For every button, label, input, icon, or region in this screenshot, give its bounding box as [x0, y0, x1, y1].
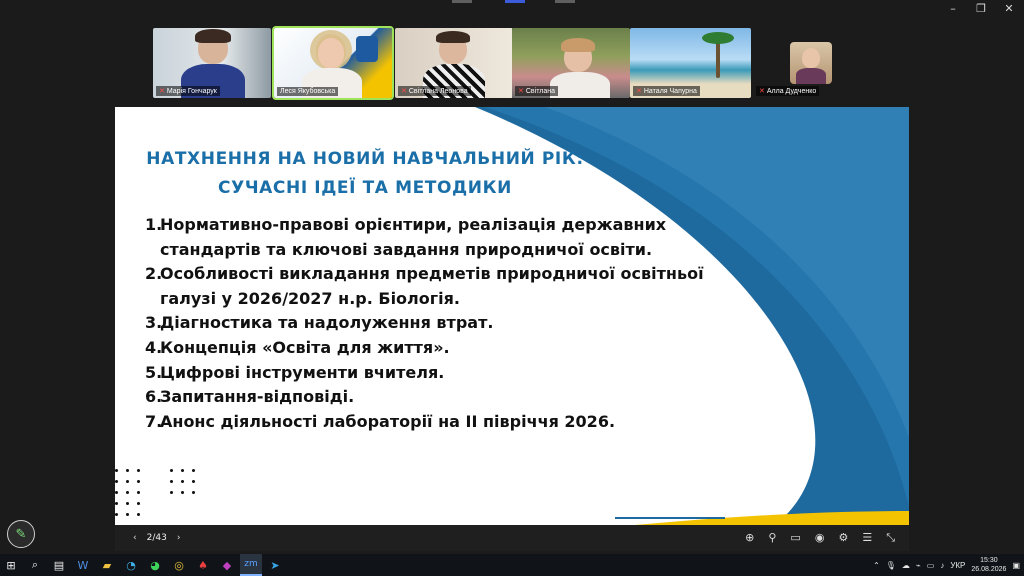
- top-indicator-active: [505, 0, 525, 3]
- decorative-dot-grid: [115, 469, 235, 525]
- broadcast-icon[interactable]: ◉: [815, 531, 825, 545]
- participant-name: ✕ Світлана: [515, 86, 558, 96]
- task-view-icon[interactable]: ▤: [48, 554, 70, 576]
- notes-icon[interactable]: ◆: [216, 554, 238, 576]
- page-indicator: 2/43: [146, 533, 167, 543]
- decorative-dot: [137, 469, 140, 472]
- decorative-dot: [192, 480, 195, 483]
- shared-slide: НАТХНЕННЯ НА НОВИЙ НАВЧАЛЬНИЙ РІК: СУЧАС…: [115, 107, 909, 525]
- desktop: – ❐ ✕ ✕Марія Гончарук Леся Якубовська ✕: [0, 0, 1024, 576]
- search-icon[interactable]: ⌕: [24, 554, 46, 576]
- settings-icon[interactable]: ⚙: [838, 531, 848, 545]
- decorative-dot: [192, 491, 195, 494]
- participant-tile[interactable]: ✕ Алла Дудченко: [753, 28, 833, 98]
- microphone-icon[interactable]: 🎙: [886, 561, 896, 570]
- presentation-control-bar: ‹ 2/43 › ⊕ ⚲ ▭ ◉ ⚙ ☰ ⤡: [115, 525, 909, 551]
- volume-icon[interactable]: ♪: [940, 561, 944, 570]
- decorative-dot: [192, 469, 195, 472]
- decorative-dot: [137, 502, 140, 505]
- participant-name: Леся Якубовська: [277, 87, 339, 96]
- decorative-dot: [170, 469, 173, 472]
- chrome-icon[interactable]: ◎: [168, 554, 190, 576]
- decorative-dot: [137, 513, 140, 516]
- zoom-icon[interactable]: ⊕: [745, 531, 754, 545]
- share-icon[interactable]: ⚲: [768, 531, 776, 545]
- next-slide-button[interactable]: ›: [177, 533, 181, 543]
- language-indicator[interactable]: УКР: [950, 561, 965, 570]
- word-icon[interactable]: W: [72, 554, 94, 576]
- top-indicator: [555, 0, 575, 3]
- previous-slide-button[interactable]: ‹: [133, 533, 137, 543]
- menu-icon[interactable]: ☰: [862, 531, 872, 545]
- decorative-dot: [115, 513, 118, 516]
- decorative-dot: [126, 502, 129, 505]
- file-explorer-icon[interactable]: ▰: [96, 554, 118, 576]
- clock[interactable]: 15:30 26.08.2026: [971, 556, 1006, 574]
- agenda-item: 5. Цифрові інструменти вчителя.: [145, 362, 445, 382]
- annotate-pencil-button[interactable]: ✎: [7, 520, 35, 548]
- battery-icon[interactable]: ▭: [927, 561, 935, 570]
- mic-muted-icon: ✕: [518, 88, 524, 95]
- whatsapp-icon[interactable]: ◕: [144, 554, 166, 576]
- minimize-button[interactable]: –: [946, 2, 960, 15]
- slide-title: НАТХНЕННЯ НА НОВИЙ НАВЧАЛЬНИЙ РІК: СУЧАС…: [146, 149, 584, 198]
- decorative-dot: [137, 491, 140, 494]
- participant-name: ✕ Марія Гончарук: [156, 86, 220, 96]
- decorative-dot: [181, 491, 184, 494]
- agenda-list: 1. Нормативно-правові орієнтири, реалізац…: [145, 213, 765, 434]
- decorative-dot: [126, 513, 129, 516]
- telegram-icon[interactable]: ➤: [264, 554, 286, 576]
- participant-tile-active[interactable]: Леся Якубовська: [272, 26, 394, 100]
- decorative-dot: [170, 491, 173, 494]
- taskbar: ⊞ ⌕ ▤ W ▰ ◔ ◕ ◎ ♠ ◆ zm ➤ ⌃ 🎙 ☁ ⌁ ▭ ♪ УКР…: [0, 554, 1024, 576]
- participant-tile[interactable]: ✕ Марія Гончарук: [153, 28, 271, 98]
- pencil-icon: ✎: [15, 526, 27, 542]
- agenda-item: 6. Запитання-відповіді.: [145, 387, 355, 407]
- agenda-item: 4. Концепція «Освіта для життя».: [145, 337, 450, 357]
- start-icon[interactable]: ⊞: [0, 554, 22, 576]
- agenda-item: 3. Діагностика та надолуження втрат.: [145, 313, 494, 333]
- chevron-up-icon[interactable]: ⌃: [873, 561, 880, 570]
- decorative-dot: [115, 480, 118, 483]
- decorative-dot: [181, 480, 184, 483]
- participant-name: ✕ Алла Дудченко: [756, 86, 820, 96]
- decorative-dot: [181, 469, 184, 472]
- mic-muted-icon: ✕: [759, 88, 765, 95]
- edge-icon[interactable]: ◔: [120, 554, 142, 576]
- decorative-dot: [115, 502, 118, 505]
- participant-tile[interactable]: ✕ Світлана: [512, 28, 630, 98]
- mic-muted-icon: ✕: [636, 88, 642, 95]
- decorative-dot: [115, 469, 118, 472]
- mic-muted-icon: ✕: [159, 88, 165, 95]
- participant-name: ✕ Світлана Леонова: [398, 86, 471, 96]
- mic-muted-icon: ✕: [401, 88, 407, 95]
- agenda-item: 2. Особливості викладання предметів приро…: [145, 264, 704, 308]
- zoom-app-icon[interactable]: zm: [240, 554, 262, 576]
- notifications-icon[interactable]: ▣: [1012, 561, 1020, 570]
- cloud-icon[interactable]: ☁: [902, 561, 910, 570]
- close-button[interactable]: ✕: [1002, 2, 1016, 15]
- participant-tile[interactable]: ✕ Наталя Чапурна: [630, 28, 751, 98]
- window-controls: – ❐ ✕: [946, 2, 1016, 15]
- participant-name: ✕ Наталя Чапурна: [633, 86, 700, 96]
- decorative-dot: [170, 480, 173, 483]
- top-indicator: [452, 0, 472, 3]
- decorative-dot: [126, 480, 129, 483]
- participant-strip: ✕ Марія Гончарук Леся Якубовська ✕ Світлан…: [0, 26, 1024, 100]
- decorative-dot: [126, 491, 129, 494]
- decorative-dot: [126, 469, 129, 472]
- decorative-dot: [137, 480, 140, 483]
- decorative-dot: [115, 491, 118, 494]
- agenda-item: 1. Нормативно-правові орієнтири, реалізац…: [145, 215, 667, 259]
- system-tray: ⌃ 🎙 ☁ ⌁ ▭ ♪ УКР 15:30 26.08.2026 ▣: [873, 554, 1020, 576]
- agenda-item: 7. Анонс діяльності лабораторії на ІІ пів…: [145, 411, 616, 431]
- captions-icon[interactable]: ▭: [790, 531, 800, 545]
- restore-button[interactable]: ❐: [974, 2, 988, 15]
- acrobat-icon[interactable]: ♠: [192, 554, 214, 576]
- participant-tile[interactable]: ✕ Світлана Леонова: [395, 28, 513, 98]
- exit-fullscreen-icon[interactable]: ⤡: [886, 531, 895, 545]
- network-icon[interactable]: ⌁: [916, 561, 921, 570]
